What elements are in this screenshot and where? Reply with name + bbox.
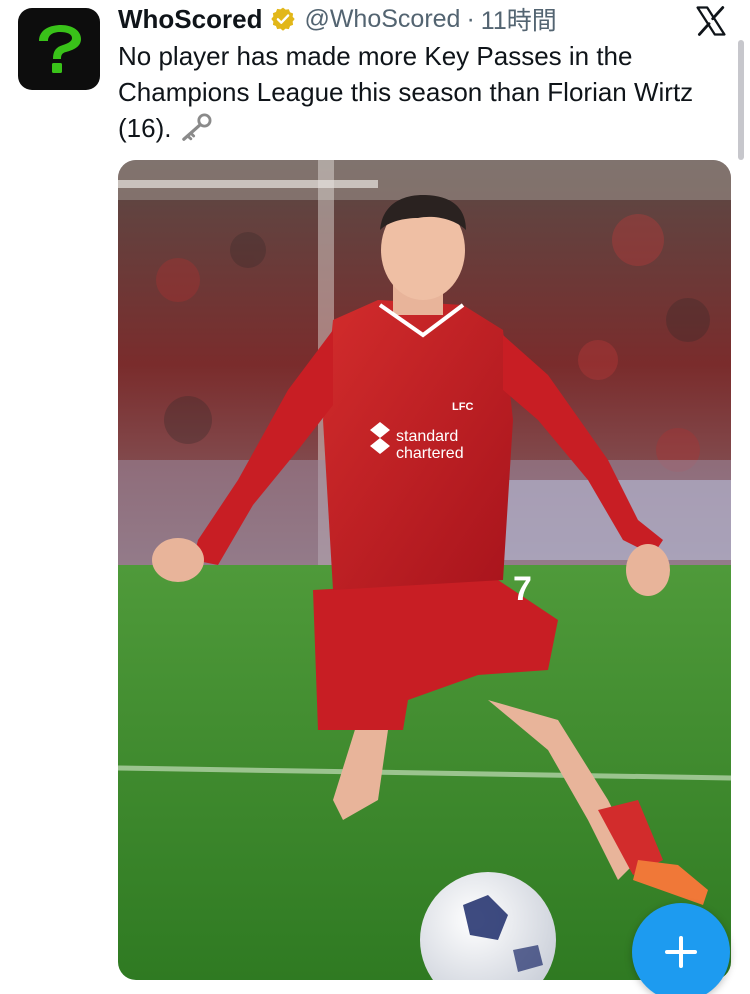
sponsor-line2: chartered xyxy=(396,445,464,462)
plus-icon xyxy=(665,936,697,968)
scrollbar[interactable] xyxy=(738,40,744,160)
tweet-header: WhoScored @WhoScored · 11時間 xyxy=(118,1,557,37)
question-mark-logo-icon xyxy=(39,25,81,73)
shirt-number: 7 xyxy=(513,570,532,608)
timestamp[interactable]: 11時間 xyxy=(481,1,557,37)
tweet-media-image[interactable]: standard chartered LFC 7 xyxy=(118,160,731,980)
crest-text: LFC xyxy=(452,401,473,413)
compose-button[interactable] xyxy=(632,903,730,994)
sponsor-line1: standard xyxy=(396,428,458,445)
tweet-screen: WhoScored @WhoScored · 11時間 No player ha… xyxy=(0,0,750,994)
verified-badge-icon xyxy=(271,7,296,31)
separator-dot: · xyxy=(466,4,475,33)
display-name[interactable]: WhoScored xyxy=(118,4,262,35)
key-icon xyxy=(181,113,212,141)
profile-avatar[interactable] xyxy=(18,8,100,90)
tweet-text: No player has made more Key Passes in th… xyxy=(118,38,708,146)
x-logo-icon[interactable] xyxy=(694,4,728,38)
player-photo: standard chartered LFC 7 xyxy=(118,160,731,980)
user-handle[interactable]: @WhoScored xyxy=(304,5,460,34)
